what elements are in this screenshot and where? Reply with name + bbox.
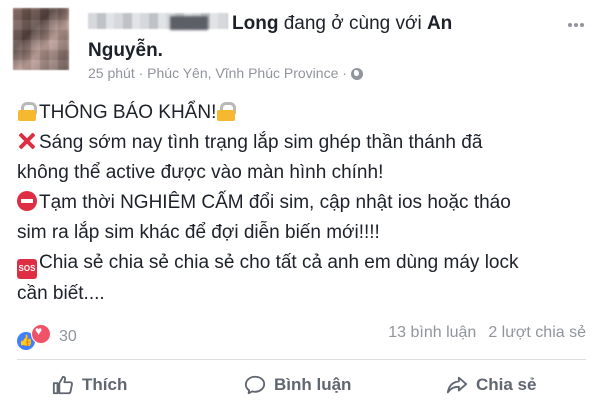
blurred-author-name[interactable] <box>88 13 228 30</box>
action-bar: Thích Bình luận Chia sẻ <box>0 374 600 410</box>
like-button[interactable]: Thích <box>52 374 127 396</box>
post-time[interactable]: 25 phút <box>88 65 135 81</box>
post-text: Chia sẻ chia sẻ chia sẻ cho tất cả anh e… <box>39 252 519 273</box>
avatar[interactable] <box>13 8 69 70</box>
author-name[interactable]: Long <box>232 13 278 34</box>
love-reaction-icon <box>31 324 51 344</box>
divider <box>17 359 586 360</box>
globe-icon <box>350 68 363 80</box>
meta-separator-2: · <box>342 65 347 81</box>
like-label: Thích <box>82 375 128 394</box>
sos-icon: SOS <box>17 259 37 279</box>
post-text: Tạm thời NGHIÊM CẤM đổi sim, cập nhật io… <box>39 192 511 213</box>
post-line: không thể active được vào màn hình chính… <box>17 158 587 188</box>
post-text: không thể active được vào màn hình chính… <box>17 162 384 183</box>
no-entry-icon <box>17 191 37 211</box>
comment-icon <box>244 375 266 395</box>
post-text: Sáng sớm nay tình trạng lắp sim ghép thầ… <box>39 132 483 153</box>
post-title-line: THÔNG BÁO KHẨN! <box>17 98 587 128</box>
share-button[interactable]: Chia sẻ <box>446 374 536 396</box>
share-count[interactable]: 2 lượt chia sẻ <box>488 324 586 341</box>
post-line: sim ra lắp sim khác để đợi diễn biến mới… <box>17 218 587 248</box>
post-stats: 13 bình luận 2 lượt chia sẻ <box>388 324 586 342</box>
lock-icon <box>216 101 237 121</box>
post-title: THÔNG BÁO KHẨN! <box>39 102 217 123</box>
comment-count[interactable]: 13 bình luận <box>388 324 476 341</box>
comment-button[interactable]: Bình luận <box>244 374 351 396</box>
reaction-count[interactable]: 30 <box>59 328 77 345</box>
thumbs-up-icon <box>52 375 73 395</box>
with-text: đang ở cùng với <box>283 13 422 34</box>
post-line: SOS Chia sẻ chia sẻ chia sẻ cho tất cả an… <box>17 248 587 279</box>
post-meta: 25 phút · Phúc Yên, Vĩnh Phúc Province · <box>88 64 363 82</box>
share-label: Chia sẻ <box>476 375 537 394</box>
post-line: Tạm thời NGHIÊM CẤM đổi sim, cập nhật io… <box>17 188 587 218</box>
post-text: sim ra lắp sim khác để đợi diễn biến mới… <box>17 222 380 243</box>
post-line: cần biết.... <box>17 279 587 309</box>
post-header-line: Long đang ở cùng với An <box>88 12 452 36</box>
lock-icon <box>17 101 37 121</box>
more-options-icon[interactable] <box>568 14 586 27</box>
tagged-name-first[interactable]: An <box>427 13 452 34</box>
cross-mark-icon <box>17 131 37 151</box>
share-arrow-icon <box>446 376 468 394</box>
tagged-name-second[interactable]: Nguyễn. <box>88 39 163 63</box>
reaction-summary[interactable]: 👍30 <box>17 324 77 350</box>
post-text: cần biết.... <box>17 283 105 304</box>
post-body: THÔNG BÁO KHẨN! Sáng sớm nay tình trạng … <box>17 98 587 309</box>
meta-separator: · <box>138 65 144 81</box>
comment-label: Bình luận <box>274 375 352 394</box>
post-line: Sáng sớm nay tình trạng lắp sim ghép thầ… <box>17 128 587 158</box>
post-location[interactable]: Phúc Yên, Vĩnh Phúc Province <box>147 65 338 81</box>
